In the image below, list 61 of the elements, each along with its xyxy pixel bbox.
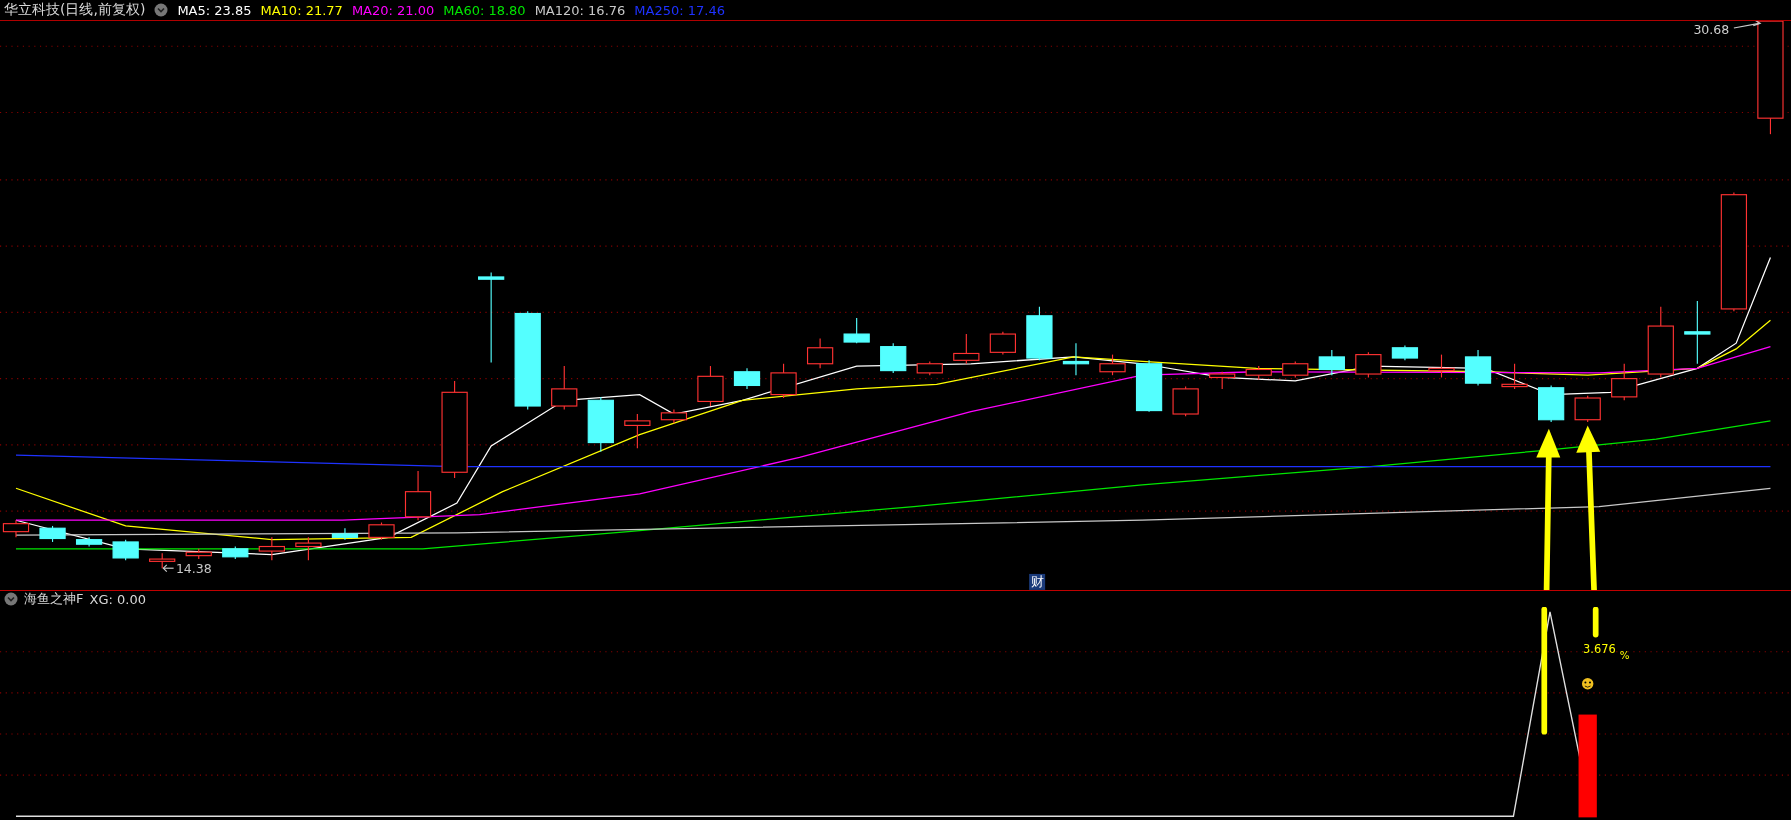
signal-value: 3.676 (1583, 641, 1616, 656)
candlestick (295, 536, 322, 561)
candlestick (1026, 306, 1053, 361)
candlestick (404, 470, 432, 521)
price-low-label: 14.38 (175, 560, 212, 576)
candlestick (733, 367, 761, 390)
candlestick (112, 539, 139, 561)
candlestick (1245, 365, 1272, 381)
candlestick (185, 548, 212, 560)
moving-average-label: MA60: 18.80 (443, 2, 526, 18)
candlestick (1464, 349, 1492, 387)
candlestick (149, 552, 176, 569)
candlestick (1135, 359, 1163, 413)
candlestick (806, 338, 834, 369)
candlestick (953, 333, 980, 365)
candlestick (1501, 363, 1528, 390)
leader-line (162, 564, 175, 573)
indicator-reading: XG: 0.00 (89, 591, 146, 607)
price-high-label: 30.68 (1693, 21, 1730, 37)
indicator-title: 海鱼之神F (24, 590, 84, 608)
leader-line (1733, 21, 1762, 29)
candlestick (1574, 395, 1601, 423)
candlestick (1172, 386, 1199, 417)
candlestick (1099, 354, 1126, 376)
candlestick (697, 365, 724, 407)
dropdown-icon[interactable] (4, 592, 18, 606)
candlestick (551, 365, 578, 410)
candlestick (660, 408, 688, 424)
candlestick (1282, 360, 1309, 379)
candlestick (624, 413, 651, 449)
candlestick (1391, 344, 1419, 361)
candlestick (222, 545, 249, 560)
candlestick (1538, 384, 1565, 423)
candlestick (1355, 351, 1382, 379)
candlestick (368, 521, 395, 541)
moving-average-label: MA120: 16.76 (534, 2, 626, 18)
candlestick (75, 536, 103, 548)
smiley-icon (1581, 678, 1594, 690)
candlestick (916, 360, 943, 376)
candlestick (1062, 342, 1090, 376)
candlestick (1611, 363, 1638, 401)
candlestick (331, 527, 359, 541)
candlestick (770, 363, 797, 399)
candlestick (989, 331, 1016, 356)
event-tag[interactable]: 财 (1029, 573, 1046, 590)
moving-average-label: MA250: 17.46 (634, 2, 725, 18)
candlestick (1318, 349, 1345, 376)
candlestick (39, 525, 66, 543)
dropdown-icon[interactable] (154, 3, 169, 17)
candlestick (1209, 371, 1236, 390)
moving-average-label: MA20: 21.00 (351, 2, 435, 18)
moving-average-label: MA10: 21.77 (260, 2, 343, 18)
signal-unit: % (1619, 648, 1630, 661)
candlestick (880, 342, 907, 374)
candlestick (587, 396, 614, 453)
moving-average-label: MA5: 23.85 (177, 2, 252, 18)
candlestick (1684, 300, 1711, 365)
candlestick (1428, 354, 1455, 379)
stock-title: 华立科技(日线,前复权) (4, 1, 146, 19)
candlestick (258, 536, 285, 561)
candlestick (843, 317, 870, 344)
